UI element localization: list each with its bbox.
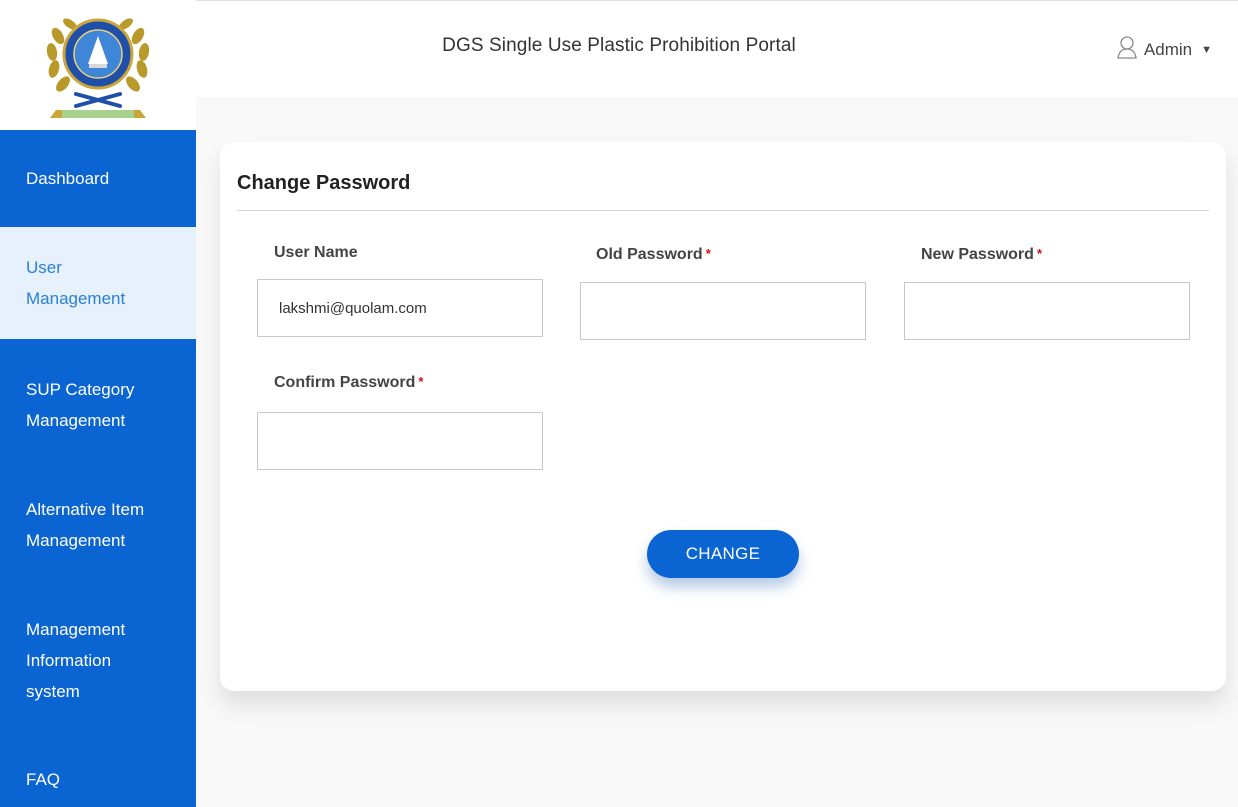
sidebar-item-sup-category-management[interactable]: SUP Category Management [0,360,196,450]
required-mark: * [705,246,711,261]
caret-down-icon: ▼ [1201,43,1212,56]
user-outline-icon [1116,35,1138,64]
old-password-input[interactable] [580,282,866,340]
sidebar-item-faq[interactable]: FAQ [0,752,196,807]
confirm-password-label: Confirm Password * [274,374,424,391]
sidebar-item-user-management[interactable]: User Management [0,227,196,339]
sidebar-item-label: User [26,258,62,277]
required-mark: * [1036,246,1042,261]
sidebar-item-label: SUP Category [26,380,135,399]
sidebar-item-label: system [26,681,80,701]
logo-area[interactable] [0,0,196,130]
change-button[interactable]: CHANGE [647,530,799,578]
sidebar-item-dashboard[interactable]: Dashboard [0,130,196,227]
old-password-label: Old Password * [596,246,711,263]
sidebar-item-label: Management [26,289,126,308]
sidebar-item-label: Management [26,619,126,639]
user-name-input[interactable] [257,279,543,337]
confirm-password-input[interactable] [257,412,543,470]
sidebar-item-label: Management [26,411,126,430]
user-menu[interactable]: Admin ▼ [1116,35,1212,64]
app-root: DGS Single Use Plastic Prohibition Porta… [0,0,1238,807]
user-menu-label: Admin [1143,39,1193,59]
sidebar-item-label: Dashboard [26,169,110,188]
title-divider [237,210,1209,211]
user-name-label: User Name [274,244,358,261]
sidebar-item-management-information-system[interactable]: Management Information system [0,598,196,722]
change-password-card: Change Password User Name Old Password* … [220,142,1226,691]
sidebar: Dashboard User Management SUP Category M… [0,130,196,807]
dgs-emblem-logo [46,18,150,118]
card-title: Change Password [237,172,411,194]
new-password-input[interactable] [904,282,1190,340]
sidebar-item-label: Alternative Item [26,500,145,519]
sidebar-item-label: Information [26,650,112,670]
sidebar-item-label: FAQ [26,770,61,789]
required-mark: * [418,374,424,389]
sidebar-item-alternative-item-management[interactable]: Alternative Item Management [0,480,196,570]
sidebar-item-label: Management [26,531,126,550]
new-password-label: New Password * [921,246,1042,263]
